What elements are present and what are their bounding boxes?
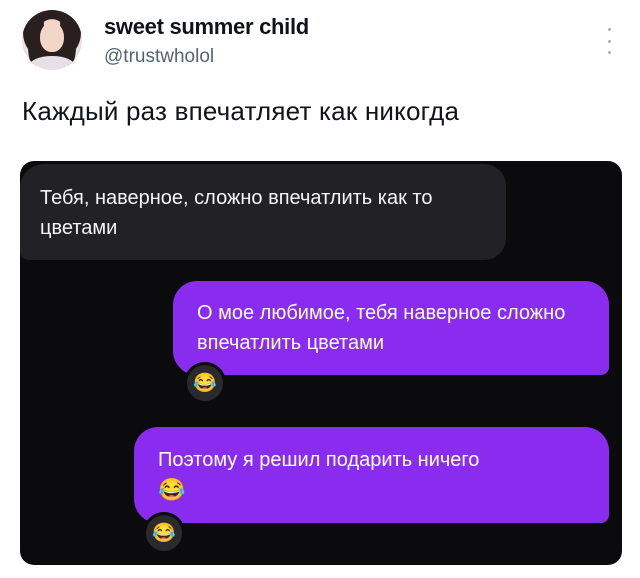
incoming-message-bubble: Тебя, наверное, сложно впечатлить как то… — [20, 164, 506, 260]
more-dot-icon — [607, 28, 611, 31]
author-name[interactable]: sweet summer child — [104, 14, 309, 40]
laughing-reaction-icon: 😂 — [184, 362, 226, 404]
avatar[interactable] — [22, 10, 82, 70]
outgoing-message-bubble: О мое любимое, тебя наверное сложно впеч… — [173, 281, 609, 375]
laughing-emoji-icon: 😂 — [158, 477, 186, 502]
laughing-reaction-icon: 😂 — [143, 512, 185, 554]
message-text: Поэтому я решил подарить ничего — [158, 449, 480, 471]
chat-screenshot[interactable]: Тебя, наверное, сложно впечатлить как то… — [20, 161, 622, 565]
more-dot-icon — [607, 51, 611, 54]
author-handle[interactable]: @trustwholol — [104, 46, 214, 68]
avatar-face — [40, 22, 64, 52]
more-vertical-icon[interactable] — [604, 28, 614, 54]
outgoing-message-bubble: Поэтому я решил подарить ничего 😂 — [134, 427, 609, 523]
tweet-text: Каждый раз впечатляет как никогда — [22, 96, 460, 126]
avatar-shirt — [30, 56, 74, 70]
message-text: О мое любимое, тебя наверное сложно впеч… — [197, 302, 566, 354]
more-dot-icon — [607, 39, 611, 43]
message-text: Тебя, наверное, сложно впечатлить как то… — [40, 187, 433, 239]
